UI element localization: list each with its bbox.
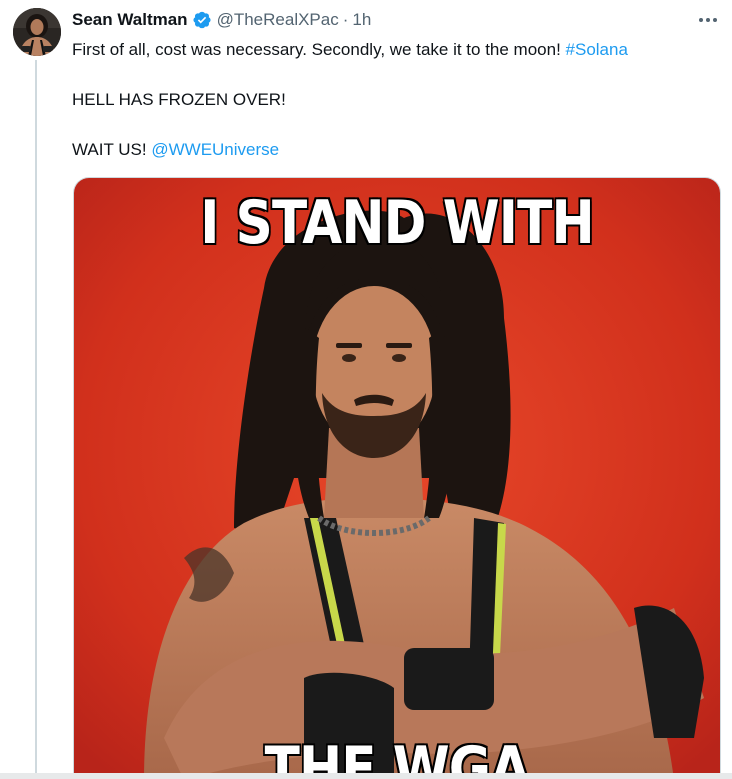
tweet-text-line-3: WAIT US! @WWEUniverse (72, 138, 712, 162)
tweet-text-line-1-text: First of all, cost was necessary. Second… (72, 40, 566, 59)
tweet-text-line-2: HELL HAS FROZEN OVER! (72, 90, 286, 109)
display-name[interactable]: Sean Waltman (72, 10, 188, 30)
meme-top-caption: I STAND WITH (199, 187, 596, 260)
avatar[interactable] (13, 8, 61, 56)
more-horizontal-icon (699, 18, 717, 22)
tweet-media-image[interactable]: I STAND WITH THE WGA (73, 177, 721, 779)
horizontal-scrollbar[interactable] (0, 773, 732, 779)
tweet-text-line-3-text: WAIT US! (72, 140, 152, 159)
tweet-text: First of all, cost was necessary. Second… (72, 38, 712, 188)
tweet-page: Sean Waltman @TheRealXPac · 1h First of … (0, 0, 732, 779)
more-options-button[interactable] (693, 7, 723, 33)
thread-line (35, 60, 37, 779)
author-handle[interactable]: @TheRealXPac (217, 10, 339, 30)
verified-badge-icon[interactable] (192, 10, 212, 30)
avatar-image (13, 8, 61, 56)
mention-link-wweuniverse[interactable]: @WWEUniverse (151, 140, 279, 159)
meme-photo (74, 178, 720, 779)
tweet-timestamp[interactable]: 1h (352, 10, 371, 30)
hashtag-link-solana[interactable]: #Solana (566, 40, 628, 59)
header-separator: · (342, 10, 349, 29)
tweet-header: Sean Waltman @TheRealXPac · 1h (72, 8, 371, 32)
tweet-text-line-1: First of all, cost was necessary. Second… (72, 38, 712, 62)
